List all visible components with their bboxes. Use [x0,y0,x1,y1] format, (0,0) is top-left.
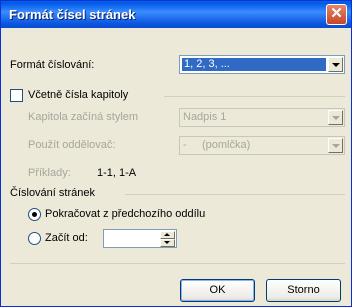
start-at-spinner[interactable] [103,229,177,248]
format-label: Formát číslování: [10,59,95,71]
examples-value: 1-1, 1-A [97,167,137,179]
chapter-style-value: Nadpis 1 [183,111,227,123]
format-value: 1, 2, 3, ... [182,58,326,71]
continue-label[interactable]: Pokračovat z předchozího oddílu [45,208,205,220]
spin-up-icon[interactable] [160,231,175,239]
chapter-style-dropdown-icon[interactable] [328,110,343,125]
chapter-group-line [164,96,345,97]
examples-label: Příklady: [28,167,71,179]
include-chapter-label[interactable]: Včetně čísla kapitoly [28,89,128,101]
page-numbering-label: Číslování stránek [10,187,95,199]
start-at-label[interactable]: Začít od: [45,232,88,244]
title-bar: Formát čísel stránek ✕ [1,1,351,28]
page-numbering-group-line [125,194,345,195]
dialog-window: Formát čísel stránek ✕ Formát číslování:… [0,0,352,307]
format-dropdown-icon[interactable] [328,57,343,72]
separator-label: Použít oddělovač: [28,139,116,151]
include-chapter-checkbox[interactable] [10,89,23,102]
dialog-title: Formát čísel stránek [9,7,136,22]
dialog-body: Formát číslování: 1, 2, 3, ... Včetně čí… [1,28,351,306]
format-combobox[interactable]: 1, 2, 3, ... [179,55,345,74]
chapter-style-label: Kapitola začíná stylem [28,111,139,123]
chapter-style-combobox[interactable]: Nadpis 1 [179,108,345,127]
separator-value: - (pomlčka) [183,139,251,151]
cancel-button[interactable]: Storno [266,279,341,302]
continue-radio[interactable] [28,208,41,221]
separator-combobox[interactable]: - (pomlčka) [179,136,345,155]
ok-button[interactable]: OK [180,279,255,302]
close-button[interactable]: ✕ [326,4,347,25]
spin-down-icon[interactable] [160,239,175,247]
separator-dropdown-icon[interactable] [328,138,343,153]
start-at-radio[interactable] [28,232,41,245]
bottom-separator [10,263,345,264]
